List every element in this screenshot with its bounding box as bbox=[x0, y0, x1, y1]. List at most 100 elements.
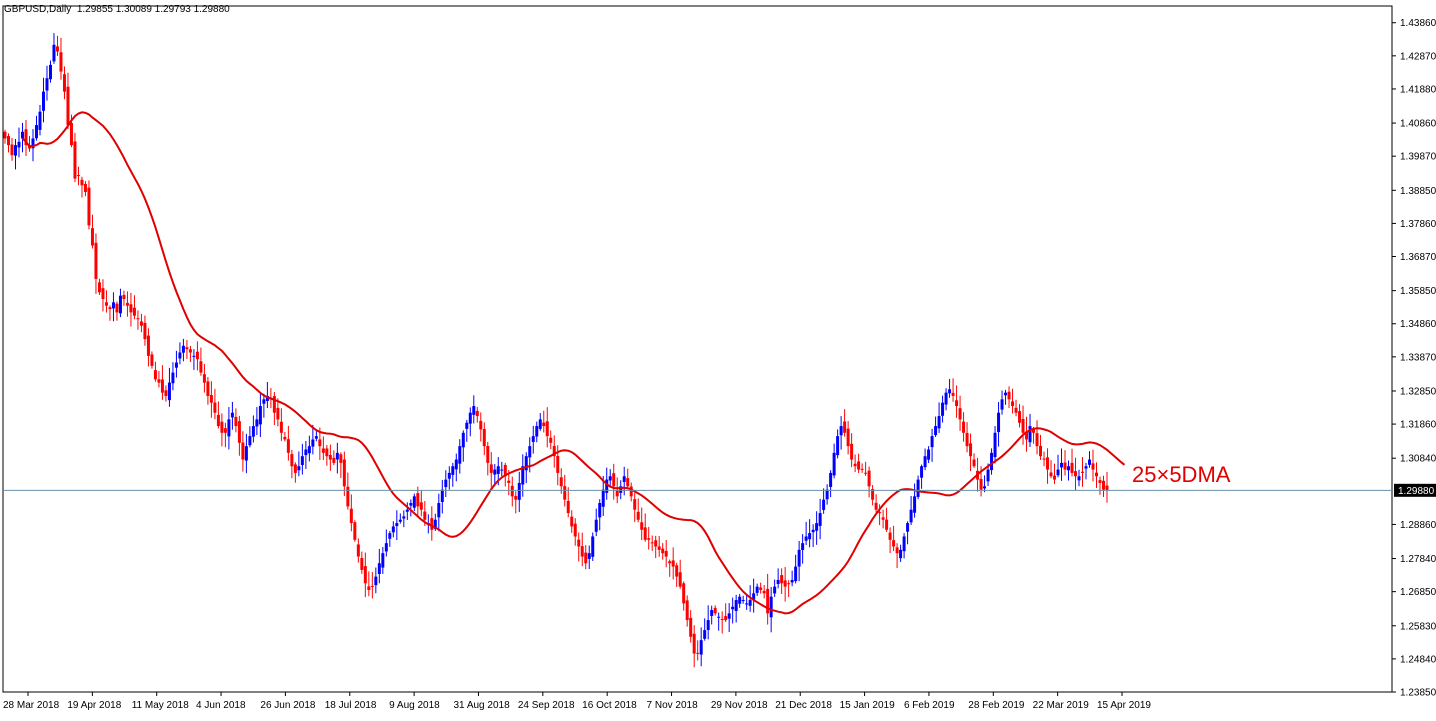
candle bbox=[237, 415, 241, 456]
candle bbox=[419, 490, 423, 517]
x-tick-label: 18 Jul 2018 bbox=[325, 700, 377, 711]
candle bbox=[608, 469, 612, 487]
candle bbox=[727, 603, 731, 632]
candle bbox=[514, 491, 518, 514]
candle bbox=[342, 451, 346, 497]
candle bbox=[258, 392, 262, 437]
candle bbox=[454, 453, 458, 482]
candle bbox=[192, 349, 196, 370]
candle bbox=[619, 480, 623, 500]
candle bbox=[570, 510, 574, 533]
candle bbox=[360, 551, 364, 574]
candle bbox=[10, 137, 14, 161]
candle bbox=[262, 393, 266, 418]
candle bbox=[1095, 462, 1099, 488]
candle bbox=[629, 482, 633, 502]
candle bbox=[664, 540, 668, 568]
candle bbox=[993, 426, 997, 464]
candle bbox=[1021, 405, 1025, 445]
candle bbox=[353, 520, 357, 542]
candle bbox=[1088, 451, 1092, 468]
candle bbox=[997, 402, 1001, 447]
candle bbox=[465, 419, 469, 442]
candle bbox=[223, 422, 227, 448]
candle bbox=[731, 597, 735, 624]
candle bbox=[146, 328, 150, 367]
candle bbox=[566, 487, 570, 518]
candle bbox=[906, 521, 910, 545]
candle bbox=[759, 582, 763, 594]
candle bbox=[888, 527, 892, 554]
candle bbox=[241, 431, 245, 472]
candle bbox=[738, 593, 742, 608]
candle bbox=[696, 640, 700, 661]
candle bbox=[213, 388, 217, 420]
candle bbox=[815, 511, 819, 545]
candle bbox=[475, 406, 479, 423]
candle bbox=[804, 521, 808, 546]
candle bbox=[167, 367, 171, 407]
x-tick-label: 15 Apr 2019 bbox=[1097, 700, 1151, 711]
candle bbox=[111, 292, 115, 322]
candle bbox=[685, 595, 689, 627]
x-tick-label: 26 Jun 2018 bbox=[260, 700, 315, 711]
candle bbox=[171, 362, 175, 391]
y-tick-label: 1.31860 bbox=[1400, 420, 1436, 431]
candle bbox=[874, 494, 878, 513]
candle bbox=[958, 395, 962, 431]
chart-window: 1.43860 1.42870 1.41880 1.40860 1.39870 1.388… bbox=[0, 0, 1436, 716]
candle bbox=[741, 595, 745, 604]
candle bbox=[706, 605, 710, 640]
candle bbox=[909, 495, 913, 526]
candle bbox=[97, 278, 101, 295]
candle bbox=[594, 508, 598, 537]
candle bbox=[818, 498, 822, 540]
candle bbox=[1053, 463, 1057, 484]
x-tick-label: 6 Feb 2019 bbox=[904, 700, 955, 711]
candle bbox=[1007, 386, 1011, 408]
candle bbox=[801, 534, 805, 564]
x-tick-label: 15 Jan 2019 bbox=[840, 700, 895, 711]
candle bbox=[643, 513, 647, 542]
candle bbox=[479, 412, 483, 442]
candle bbox=[486, 441, 490, 476]
candle bbox=[178, 342, 182, 365]
y-tick-label: 1.24840 bbox=[1400, 654, 1436, 665]
candle bbox=[3, 129, 7, 144]
candle bbox=[188, 345, 192, 363]
y-tick-label: 1.25830 bbox=[1400, 621, 1436, 632]
candle bbox=[983, 475, 987, 493]
candle bbox=[300, 443, 304, 475]
candle bbox=[122, 290, 126, 306]
candle bbox=[293, 462, 297, 483]
candle bbox=[577, 532, 581, 562]
candle bbox=[773, 579, 777, 597]
x-tick-label: 16 Oct 2018 bbox=[582, 700, 637, 711]
candle bbox=[832, 443, 836, 479]
candle bbox=[867, 466, 871, 498]
candle bbox=[381, 547, 385, 574]
candle bbox=[710, 605, 714, 625]
candle bbox=[829, 470, 833, 498]
candle bbox=[647, 526, 651, 550]
candle bbox=[1105, 471, 1109, 503]
candle bbox=[451, 462, 455, 487]
candle bbox=[622, 466, 626, 496]
candle bbox=[633, 492, 637, 522]
candle bbox=[899, 544, 903, 562]
candle bbox=[349, 494, 353, 532]
candle bbox=[468, 407, 472, 437]
candle bbox=[1000, 390, 1004, 415]
candle bbox=[139, 313, 143, 333]
candle bbox=[412, 493, 416, 512]
candle bbox=[1077, 469, 1081, 487]
candle bbox=[55, 35, 59, 56]
candle bbox=[780, 568, 784, 594]
candle bbox=[38, 104, 42, 136]
candle bbox=[850, 433, 854, 468]
candle bbox=[388, 530, 392, 547]
candles-layer bbox=[3, 33, 1109, 668]
candle bbox=[437, 493, 441, 532]
candle bbox=[969, 433, 973, 472]
candle bbox=[531, 425, 535, 454]
